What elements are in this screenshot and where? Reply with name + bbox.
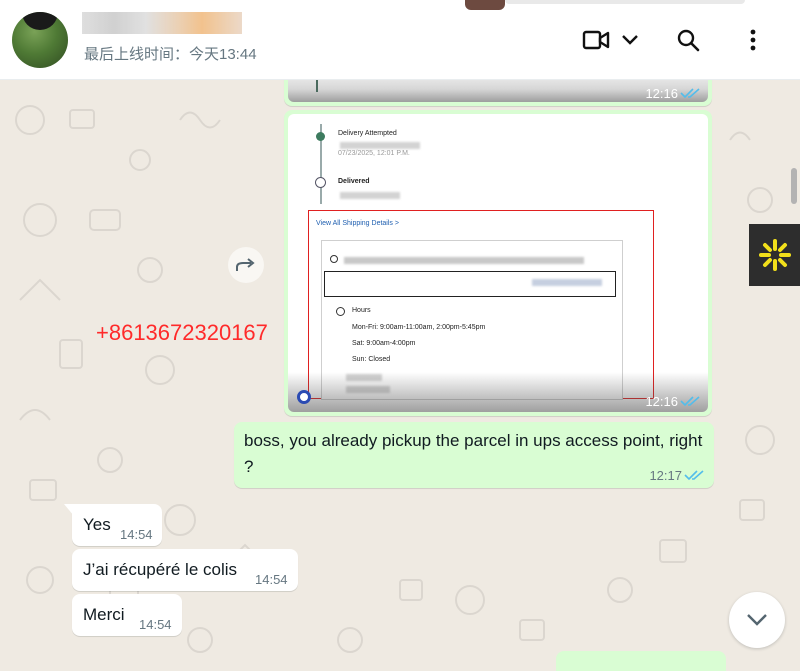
delivered-label: Delivered	[338, 178, 370, 185]
message-text: boss, you already pickup the parcel in u…	[244, 431, 703, 476]
read-receipt-icon	[680, 396, 700, 407]
bubble-tail	[64, 504, 74, 516]
incoming-message[interactable]: Yes 14:54	[72, 504, 162, 546]
message-time: 14:54	[120, 527, 153, 542]
scroll-to-bottom-button[interactable]	[729, 592, 785, 648]
outgoing-message-partial	[556, 651, 726, 671]
hours-label: Hours	[352, 307, 371, 314]
image-message-1[interactable]: 12:16	[284, 80, 712, 106]
overlay-strip-light	[505, 0, 745, 4]
logo-icon	[297, 390, 311, 404]
incoming-message[interactable]: J’ai récupéré le colis 14:54	[72, 549, 298, 591]
contact-name[interactable]: █ ▌ ██ ▄█ ▌█	[82, 12, 242, 34]
clock-icon	[336, 307, 345, 316]
chat-header: █ ▌ ██ ▄█ ▌█ 最后上线时间：今天13:44	[0, 0, 800, 80]
hours-weekday: Mon-Fri: 9:00am-11:00am, 2:00pm-5:45pm	[352, 324, 486, 331]
message-text: Yes	[83, 515, 111, 534]
outgoing-message[interactable]: boss, you already pickup the parcel in u…	[234, 422, 714, 488]
read-receipt-icon	[684, 470, 704, 481]
image-thumbnail-2[interactable]: Delivery Attempted 07/23/2025, 12:01 P.M…	[288, 114, 708, 412]
message-text: Merci	[83, 605, 125, 624]
hours-sunday: Sun: Closed	[352, 356, 391, 363]
menu-icon[interactable]	[735, 22, 771, 58]
search-icon[interactable]	[670, 22, 706, 58]
overlay-strip	[465, 0, 505, 10]
chat-panel[interactable]: 12:16 Delivery Attempted 07/23/2025, 12:…	[0, 80, 800, 671]
message-text: J’ai récupéré le colis	[83, 560, 238, 579]
last-seen-status: 最后上线时间：今天13:44	[84, 46, 257, 63]
message-time: 14:54	[139, 617, 172, 632]
extension-sparkle-icon[interactable]	[749, 224, 800, 286]
contact-avatar[interactable]	[12, 12, 68, 68]
chevron-down-icon[interactable]	[612, 22, 648, 58]
scrollbar-thumb[interactable]	[791, 168, 797, 204]
forward-icon[interactable]	[228, 247, 264, 283]
timeline-attempt: Delivery Attempted	[338, 130, 397, 137]
overlay-phone-number: +8613672320167	[96, 320, 268, 345]
shipping-details-link[interactable]: View All Shipping Details >	[316, 220, 399, 227]
message-time: 12:16	[645, 86, 678, 101]
message-time: 12:17	[649, 468, 682, 483]
read-receipt-icon	[680, 88, 700, 99]
timeline-pending-icon	[315, 177, 326, 188]
timeline-check-icon	[316, 132, 325, 141]
info-icon	[330, 255, 338, 263]
hours-saturday: Sat: 9:00am-4:00pm	[352, 340, 416, 347]
incoming-message[interactable]: Merci 14:54	[72, 594, 182, 636]
video-call-icon[interactable]	[578, 22, 614, 58]
message-time: 12:16	[645, 394, 678, 409]
image-message-2[interactable]: Delivery Attempted 07/23/2025, 12:01 P.M…	[284, 110, 712, 416]
timeline-date: 07/23/2025, 12:01 P.M.	[338, 150, 410, 157]
message-time: 14:54	[255, 572, 288, 587]
